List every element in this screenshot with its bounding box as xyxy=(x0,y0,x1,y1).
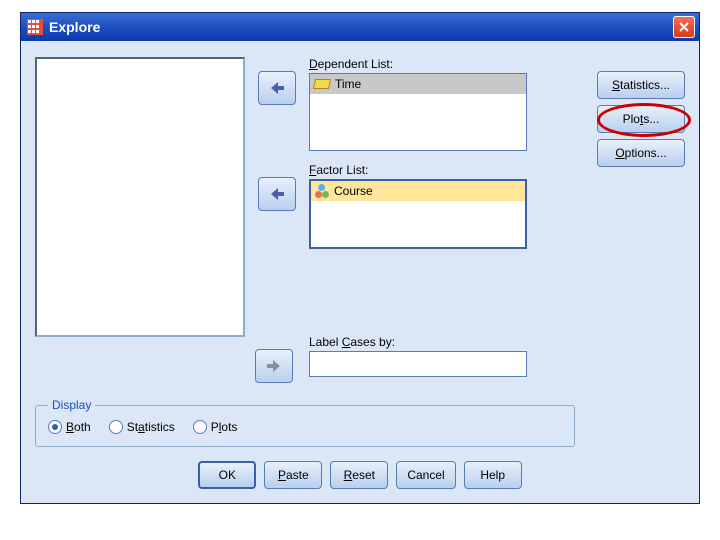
display-statistics-radio[interactable]: Statistics xyxy=(109,420,175,434)
list-item[interactable]: Time xyxy=(310,74,526,94)
statistics-button[interactable]: Statistics... xyxy=(597,71,685,99)
plots-button[interactable]: Plots... xyxy=(597,105,685,133)
display-both-radio[interactable]: Both xyxy=(48,420,91,434)
list-item-label: Course xyxy=(334,184,373,198)
factor-list-label: Factor List: xyxy=(309,163,527,177)
cancel-button[interactable]: Cancel xyxy=(396,461,455,489)
dependent-listbox[interactable]: Time xyxy=(309,73,527,151)
display-group: Display Both Statistics Plots xyxy=(35,405,575,447)
app-icon xyxy=(27,19,43,35)
help-button[interactable]: Help xyxy=(464,461,522,489)
list-item-label: Time xyxy=(335,77,361,91)
dependent-list-label: Dependent List: xyxy=(309,57,527,71)
explore-dialog: Explore Statistics... Plots... Options..… xyxy=(20,12,700,504)
display-plots-radio[interactable]: Plots xyxy=(193,420,238,434)
radio-icon xyxy=(193,420,207,434)
list-item[interactable]: Course xyxy=(311,181,525,201)
display-legend: Display xyxy=(48,398,95,412)
source-variable-list[interactable] xyxy=(35,57,245,337)
options-button[interactable]: Options... xyxy=(597,139,685,167)
label-cases-label: Label Cases by: xyxy=(309,335,527,349)
label-cases-field[interactable] xyxy=(309,351,527,377)
radio-icon xyxy=(48,420,62,434)
paste-button[interactable]: Paste xyxy=(264,461,322,489)
factor-listbox[interactable]: Course xyxy=(309,179,527,249)
move-to-label-button[interactable] xyxy=(255,349,293,383)
reset-button[interactable]: Reset xyxy=(330,461,388,489)
scale-icon xyxy=(313,79,331,89)
radio-icon xyxy=(109,420,123,434)
ok-button[interactable]: OK xyxy=(198,461,256,489)
arrow-left-icon xyxy=(268,80,286,96)
move-to-dependent-button[interactable] xyxy=(258,71,296,105)
move-to-factor-button[interactable] xyxy=(258,177,296,211)
arrow-right-icon xyxy=(265,358,283,374)
close-icon xyxy=(678,21,690,33)
titlebar: Explore xyxy=(21,13,699,41)
window-title: Explore xyxy=(49,19,673,35)
nominal-icon xyxy=(315,184,329,198)
close-button[interactable] xyxy=(673,16,695,38)
arrow-left-icon xyxy=(268,186,286,202)
